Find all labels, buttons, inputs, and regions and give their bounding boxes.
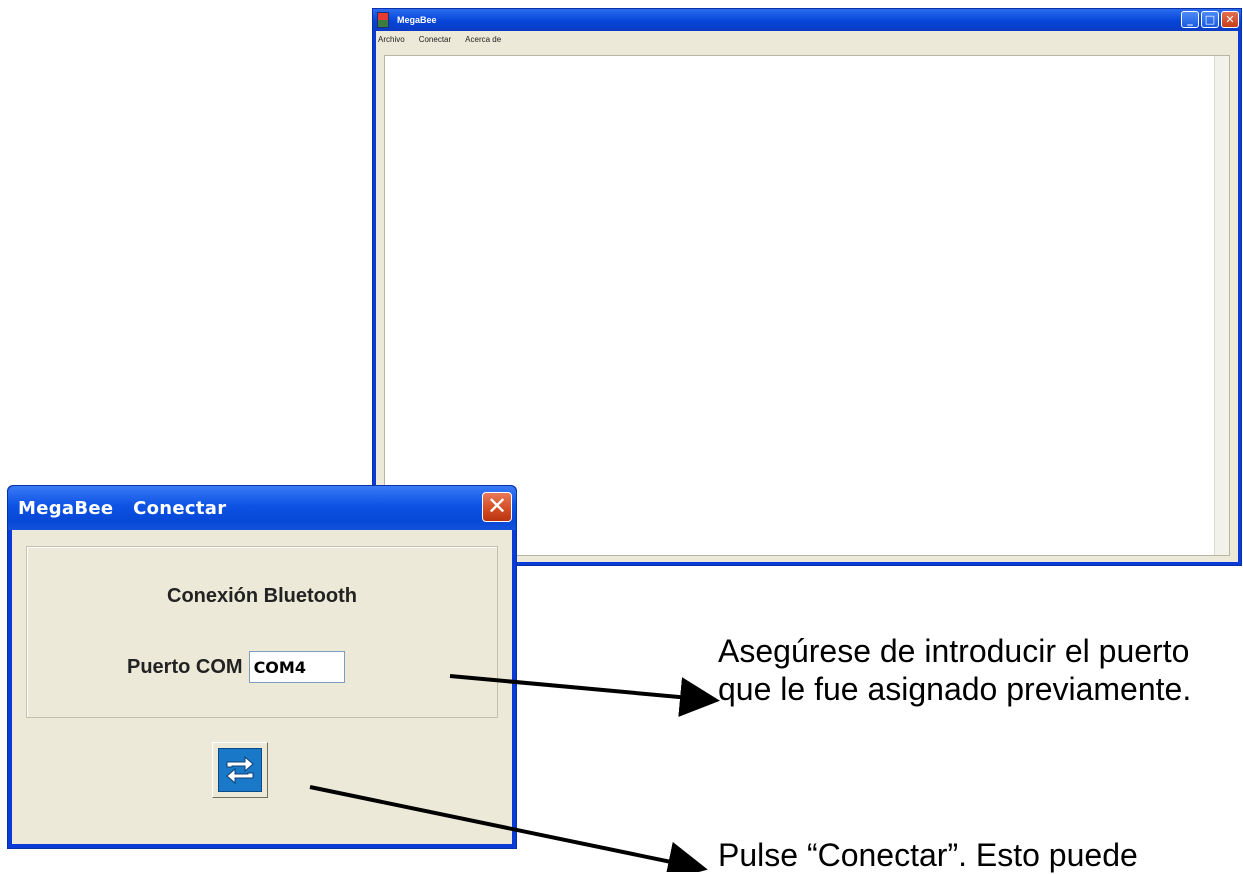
annotation-port-note: Asegúrese de introducir el puerto que le… xyxy=(718,633,1192,707)
menu-bar: Archivo Conectar Acerca de xyxy=(376,31,1238,47)
connect-dialog: MegaBee Conectar ✕ Conexión Bluetooth Pu… xyxy=(7,485,517,849)
connection-group: Conexión Bluetooth Puerto COM xyxy=(26,546,498,718)
maximize-icon[interactable]: □ xyxy=(1201,11,1219,28)
menu-item-acerca-de[interactable]: Acerca de xyxy=(465,35,501,44)
dialog-titlebar[interactable]: MegaBee Conectar ✕ xyxy=(8,486,516,530)
dialog-title: MegaBee Conectar xyxy=(18,497,227,519)
menu-item-conectar[interactable]: Conectar xyxy=(419,35,451,44)
main-titlebar[interactable]: MegaBee _ □ ✕ xyxy=(373,9,1241,31)
port-label: Puerto COM xyxy=(127,655,243,678)
annotation-connect-note: Pulse “Conectar”. Esto puede xyxy=(718,837,1138,873)
vertical-scrollbar[interactable] xyxy=(1214,56,1229,555)
connect-button[interactable] xyxy=(212,742,268,798)
dialog-body: Conexión Bluetooth Puerto COM xyxy=(12,530,512,844)
main-text-area[interactable] xyxy=(384,55,1230,556)
port-row: Puerto COM xyxy=(127,651,345,683)
main-window-title: MegaBee xyxy=(397,15,437,25)
menu-item-archivo[interactable]: Archivo xyxy=(378,35,405,44)
close-icon[interactable]: ✕ xyxy=(1221,11,1239,28)
connect-arrows-icon xyxy=(218,748,262,792)
app-icon xyxy=(377,12,389,28)
main-window: MegaBee _ □ ✕ Archivo Conectar Acerca de xyxy=(372,8,1242,566)
dialog-close-icon[interactable]: ✕ xyxy=(482,492,512,522)
minimize-icon[interactable]: _ xyxy=(1181,11,1199,28)
port-input[interactable] xyxy=(248,651,345,683)
window-controls: _ □ ✕ xyxy=(1181,11,1239,28)
group-heading: Conexión Bluetooth xyxy=(167,585,357,607)
